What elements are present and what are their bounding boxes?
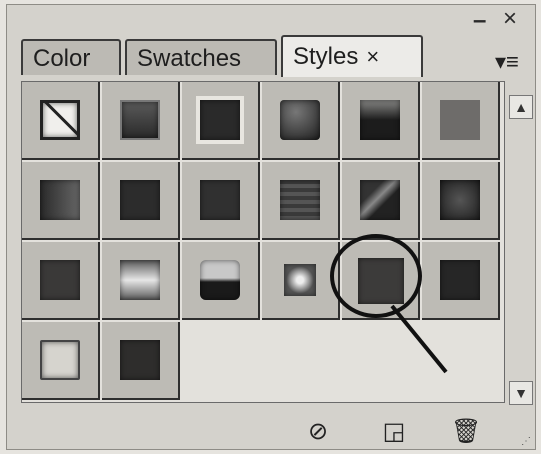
close-icon[interactable]: ×	[503, 7, 517, 31]
style-swatch-s4[interactable]	[342, 82, 420, 160]
style-thumbnail-icon	[360, 100, 400, 140]
style-thumbnail-icon	[196, 96, 244, 144]
style-swatch-s1[interactable]	[102, 82, 180, 160]
trash-icon[interactable]: 🗑	[451, 419, 481, 445]
style-swatch-s10[interactable]	[342, 162, 420, 240]
break-link-icon[interactable]: ⊘	[305, 419, 331, 445]
styles-panel: – × Color Swatches Styles × ▾≡ ▲ ▼ ⊘ ◲ 🗑 …	[6, 4, 536, 450]
style-swatch-s12[interactable]	[22, 242, 100, 320]
style-thumbnail-icon	[360, 180, 400, 220]
style-swatch-s8[interactable]	[182, 162, 260, 240]
tab-styles[interactable]: Styles ×	[281, 35, 423, 77]
panel-title-bar: – ×	[7, 5, 535, 35]
style-thumbnail-icon	[440, 180, 480, 220]
styles-grid-area	[21, 81, 505, 403]
style-swatch-s13[interactable]	[102, 242, 180, 320]
tab-color[interactable]: Color	[21, 39, 121, 75]
style-swatch-s16[interactable]	[342, 242, 420, 320]
resize-grip-icon[interactable]: ⋰	[521, 436, 531, 447]
style-swatch-s5[interactable]	[422, 82, 500, 160]
tab-swatches-label: Swatches	[137, 45, 242, 72]
style-swatch-s3[interactable]	[262, 82, 340, 160]
style-swatch-s19[interactable]	[102, 322, 180, 400]
style-thumbnail-icon	[40, 340, 80, 380]
tab-styles-label: Styles	[293, 43, 359, 70]
style-swatch-s7[interactable]	[102, 162, 180, 240]
tab-color-label: Color	[33, 45, 91, 72]
style-thumbnail-icon	[280, 100, 320, 140]
panel-bottom-bar: ⊘ ◲ 🗑 ⋰	[7, 405, 535, 451]
style-swatch-s11[interactable]	[422, 162, 500, 240]
style-default-none[interactable]	[22, 82, 100, 160]
style-thumbnail-icon	[440, 100, 480, 140]
style-thumbnail-icon	[280, 180, 320, 220]
tab-close-icon[interactable]: ×	[366, 44, 379, 69]
style-swatch-s15[interactable]	[262, 242, 340, 320]
style-thumbnail-icon	[40, 260, 80, 300]
style-thumbnail-icon	[200, 180, 240, 220]
style-thumbnail-icon	[284, 264, 316, 296]
style-swatch-s9[interactable]	[262, 162, 340, 240]
style-swatch-s17[interactable]	[422, 242, 500, 320]
style-swatch-s18[interactable]	[22, 322, 100, 400]
new-style-icon[interactable]: ◲	[381, 419, 407, 445]
style-swatch-s14[interactable]	[182, 242, 260, 320]
style-thumbnail-icon	[40, 180, 80, 220]
style-thumbnail-icon	[358, 258, 404, 304]
style-swatch-s2[interactable]	[182, 82, 260, 160]
scroll-down-button[interactable]: ▼	[509, 381, 533, 405]
panel-menu-icon[interactable]: ▾≡	[495, 49, 519, 75]
scroll-up-button[interactable]: ▲	[509, 95, 533, 119]
style-thumbnail-icon	[120, 340, 160, 380]
style-thumbnail-icon	[440, 260, 480, 300]
minimize-icon[interactable]: –	[473, 9, 486, 33]
style-swatch-s6[interactable]	[22, 162, 100, 240]
style-thumbnail-icon	[120, 100, 160, 140]
style-thumbnail-icon	[120, 180, 160, 220]
style-thumbnail-icon	[200, 260, 240, 300]
tab-swatches[interactable]: Swatches	[125, 39, 277, 75]
style-thumbnail-icon	[120, 260, 160, 300]
none-style-icon	[40, 100, 80, 140]
